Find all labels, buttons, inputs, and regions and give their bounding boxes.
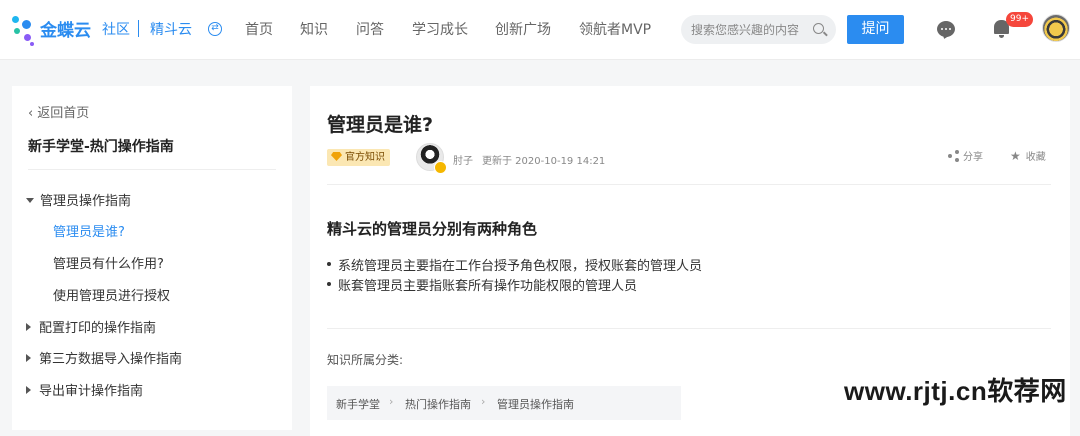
breadcrumb-item[interactable]: 管理员操作指南 [497,396,574,412]
search-box [681,15,836,44]
top-header: 金蝶云 社区 精斗云 ⇄ 首页 知识 问答 学习成长 创新广场 领航者MVP 提… [0,0,1080,60]
diamond-icon [331,152,342,161]
share-icon [948,150,960,162]
brand-name[interactable]: 金蝶云 [40,16,91,41]
section-heading: 精斗云的管理员分别有两种角色 [327,220,538,238]
caret-down-icon [26,198,34,203]
chevron-right-icon: › [481,395,486,408]
tree-group-label: 第三方数据导入操作指南 [39,352,183,367]
kingdee-logo-icon[interactable] [10,14,40,48]
notification-badge: 99+ [1006,12,1033,27]
caret-right-icon [26,354,31,362]
favorite-button[interactable]: ★ 收藏 [1010,148,1046,163]
tree-group-import[interactable]: 第三方数据导入操作指南 [26,348,182,367]
nav-innovation[interactable]: 创新广场 [495,19,551,39]
category-breadcrumb: 新手学堂 › 热门操作指南 › 管理员操作指南 [327,386,681,420]
caret-right-icon [26,386,31,394]
switch-product-icon[interactable]: ⇄ [208,22,222,36]
article-title: 管理员是谁? [327,114,434,136]
tree-group-label: 导出审计操作指南 [39,384,144,399]
favorite-label: 收藏 [1025,152,1046,163]
search-icon[interactable] [813,23,824,34]
tree-group-label: 管理员操作指南 [40,194,132,209]
updated-time: 更新于 2020-10-19 14:21 [482,156,606,167]
breadcrumb-item[interactable]: 新手学堂 [336,396,380,412]
tree-group-print[interactable]: 配置打印的操作指南 [26,317,156,336]
author-avatar[interactable] [416,143,447,174]
list-item: 系统管理员主要指在工作台授予角色权限，授权账套的管理人员 [326,255,702,274]
star-icon: ★ [1010,149,1021,163]
list-item: 账套管理员主要指账套所有操作功能权限的管理人员 [326,275,637,294]
brand-community[interactable]: 社区 [102,19,130,39]
caret-right-icon [26,323,31,331]
back-home-link[interactable]: ‹ 返回首页 [28,102,89,121]
official-tag-label: 官方知识 [345,152,385,163]
back-home-label: 返回首页 [37,106,90,121]
breadcrumb-item[interactable]: 热门操作指南 [405,396,471,412]
nav-home[interactable]: 首页 [245,19,273,39]
tree-group-label: 配置打印的操作指南 [39,321,157,336]
category-label: 知识所属分类: [327,353,404,367]
guide-sidebar: ‹ 返回首页 新手学堂-热门操作指南 管理员操作指南 管理员是谁? 管理员有什么作… [12,86,292,430]
ask-question-button[interactable]: 提问 [847,15,904,44]
tree-group-admin-guide[interactable]: 管理员操作指南 [26,190,131,209]
nav-knowledge[interactable]: 知识 [300,19,328,39]
brand-divider [138,20,139,37]
official-knowledge-tag: 官方知识 [327,149,390,166]
tree-item-admin-authorize[interactable]: 使用管理员进行授权 [53,285,170,304]
nav-mvp[interactable]: 领航者MVP [579,19,651,39]
share-button[interactable]: 分享 [948,148,983,163]
site-watermark: www.rjtj.cn软荐网 [844,376,1067,406]
tree-item-who-is-admin[interactable]: 管理员是谁? [53,221,125,240]
chevron-left-icon: ‹ [28,106,34,121]
tree-item-admin-role[interactable]: 管理员有什么作用? [53,253,164,272]
chevron-right-icon: › [389,395,394,408]
author-name[interactable]: 肘子 [453,152,473,167]
message-icon[interactable] [937,21,955,37]
nav-qa[interactable]: 问答 [356,19,384,39]
nav-learning[interactable]: 学习成长 [412,19,468,39]
sidebar-title: 新手学堂-热门操作指南 [28,139,174,155]
tree-group-audit[interactable]: 导出审计操作指南 [26,380,143,399]
user-avatar[interactable] [1042,14,1070,42]
product-name[interactable]: 精斗云 [150,19,192,39]
search-input[interactable] [691,15,809,44]
sidebar-divider [28,169,276,170]
share-label: 分享 [963,152,983,163]
meta-divider [327,184,1051,185]
content-divider [327,328,1051,329]
